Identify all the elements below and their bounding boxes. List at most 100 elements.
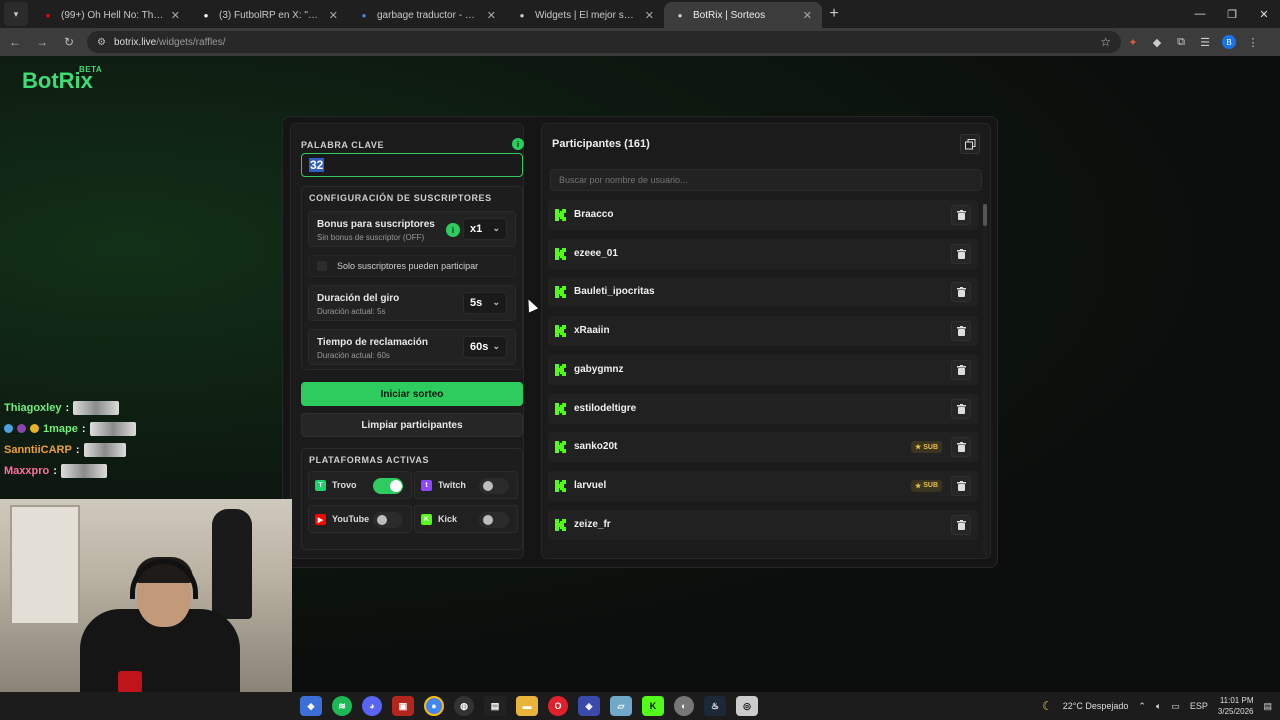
opera-icon[interactable]: O xyxy=(548,696,568,716)
media-icon[interactable]: ☰ xyxy=(1193,30,1217,54)
chat-emote xyxy=(73,400,120,415)
network-icon[interactable]: ▭ xyxy=(1171,701,1180,712)
chrome-icon[interactable]: ● xyxy=(424,696,444,716)
only-subs-checkbox[interactable] xyxy=(317,261,327,271)
tray-chevron-icon[interactable]: ⌃ xyxy=(1138,701,1146,712)
browser-menu-icon[interactable]: ⋮ xyxy=(1241,30,1265,54)
keyword-input[interactable]: 32 xyxy=(301,153,523,177)
clock-time: 11:01 PM xyxy=(1219,696,1254,705)
botrix-icon: ● xyxy=(519,10,525,20)
restore-button[interactable]: ❐ xyxy=(1216,0,1248,28)
extension-icon[interactable]: ✦ xyxy=(1121,30,1145,54)
notepad-icon[interactable]: ▱ xyxy=(610,696,632,716)
discord-icon[interactable]: ◕ xyxy=(362,696,382,716)
extension-icon[interactable]: ◆ xyxy=(1145,30,1169,54)
raffle-card: PALABRA CLAVE i 32 CONFIGURACIÓN DE SUSC… xyxy=(282,116,998,568)
clear-participants-button[interactable]: Limpiar participantes xyxy=(301,413,523,437)
info-icon[interactable]: i xyxy=(512,138,524,150)
site-info-icon[interactable]: ⚙ xyxy=(97,37,106,48)
bookmark-star-icon[interactable]: ☆ xyxy=(1100,35,1111,49)
delete-participant-button[interactable] xyxy=(951,282,971,303)
delete-participant-button[interactable] xyxy=(951,205,971,225)
sub-bonus-select[interactable]: x1 ⌄ xyxy=(463,218,507,240)
toggle-knob xyxy=(377,515,387,525)
close-tab-icon[interactable]: ✕ xyxy=(329,9,338,22)
extensions-puzzle-icon[interactable]: ⧉ xyxy=(1169,30,1193,54)
close-tab-icon[interactable]: ✕ xyxy=(645,9,654,22)
video-editor-icon[interactable]: ▣ xyxy=(392,696,414,716)
notifications-icon[interactable]: ▤ xyxy=(1263,701,1272,712)
browser-tab[interactable]: ● Widgets | El mejor software par ✕ xyxy=(506,2,664,28)
only-subs-row[interactable]: Solo suscriptores pueden participar xyxy=(308,255,516,277)
delete-participant-button[interactable] xyxy=(951,475,971,496)
browser-tab[interactable]: ● (3) FutbolRP en X: "@bautiagnc ✕ xyxy=(190,2,348,28)
app-icon[interactable]: ◐ xyxy=(674,696,694,716)
start-raffle-button[interactable]: Iniciar sorteo xyxy=(301,382,523,406)
profile-avatar[interactable]: B xyxy=(1217,30,1241,54)
spin-duration-row: Duración del giro Duración actual: 5s 5s… xyxy=(308,285,516,321)
participant-row: Bauleti_ipocritas xyxy=(548,277,978,308)
info-icon[interactable]: i xyxy=(446,223,460,237)
participant-row: larvuel ★ SUB xyxy=(548,470,978,501)
language-indicator[interactable]: ESP xyxy=(1190,701,1208,711)
browser-tab[interactable]: ● BotRix | Sorteos ✕ xyxy=(664,2,822,28)
delete-participant-button[interactable] xyxy=(951,514,971,535)
trash-icon xyxy=(956,442,966,453)
clock[interactable]: 11:01 PM 3/25/2026 xyxy=(1218,695,1254,717)
delete-participant-button[interactable] xyxy=(951,398,971,419)
stream-chat-overlay: Thiagoxley:1mape: SanntiiCARP: Maxxpro: xyxy=(4,397,136,481)
forward-button[interactable]: → xyxy=(30,30,54,54)
app-icon[interactable]: ◎ xyxy=(736,696,758,716)
sub-badge: ★ SUB xyxy=(910,441,942,454)
delete-participant-button[interactable] xyxy=(951,437,971,458)
participant-search-input[interactable] xyxy=(550,169,982,191)
platform-toggle[interactable] xyxy=(373,512,403,528)
only-subs-label: Solo suscriptores pueden participar xyxy=(337,261,479,271)
platform-toggle[interactable] xyxy=(479,512,509,528)
claim-time-select[interactable]: 60s ⌄ xyxy=(463,336,507,358)
app-icon[interactable]: ◈ xyxy=(578,696,600,716)
platform-toggle[interactable] xyxy=(479,478,509,494)
system-tray: ☾ 22°C Despejado ⌃ 🔈︎ ▭ ESP 11:01 PM 3/2… xyxy=(1042,692,1272,720)
copy-button[interactable] xyxy=(960,134,980,154)
back-button[interactable]: ← xyxy=(3,30,27,54)
chat-separator: : xyxy=(75,443,80,456)
participant-list-scrollbar[interactable] xyxy=(983,204,987,556)
participant-row: estilodeltigre xyxy=(548,393,978,424)
spin-duration-select[interactable]: 5s ⌄ xyxy=(463,292,507,314)
browser-tab[interactable]: ● (99+) Oh Hell No: The Ultimate ✕ xyxy=(32,2,190,28)
close-tab-icon[interactable]: ✕ xyxy=(171,9,180,22)
delete-participant-button[interactable] xyxy=(951,359,971,380)
weather-text[interactable]: 22°C Despejado xyxy=(1063,701,1129,711)
close-tab-icon[interactable]: ✕ xyxy=(803,9,812,22)
delete-participant-button[interactable] xyxy=(951,321,971,342)
copilot-icon[interactable]: ◆ xyxy=(300,696,322,716)
kick-icon[interactable]: K xyxy=(642,696,664,716)
trash-icon xyxy=(956,287,966,298)
obs-icon[interactable]: ◍ xyxy=(454,696,474,716)
platform-name: Trovo xyxy=(332,480,357,490)
botrix-logo[interactable]: BotRix BETA xyxy=(22,65,102,94)
chevron-down-icon: ⌄ xyxy=(492,297,500,307)
browser-tab[interactable]: ● garbage traductor - Buscar con ✕ xyxy=(348,2,506,28)
platform-toggle[interactable] xyxy=(373,478,403,494)
chat-username: SanntiiCARP xyxy=(4,443,72,456)
raffle-settings-panel: PALABRA CLAVE i 32 CONFIGURACIÓN DE SUSC… xyxy=(290,123,524,559)
delete-participant-button[interactable] xyxy=(951,243,971,264)
spotify-icon[interactable]: ≋ xyxy=(332,696,352,716)
participants-panel: Participantes (161) Braacco ezeee_01 Bau… xyxy=(541,123,991,559)
scrollbar-thumb[interactable] xyxy=(983,204,987,226)
minimize-button[interactable]: — xyxy=(1184,0,1216,28)
file-explorer-icon[interactable]: ▬ xyxy=(516,696,538,716)
address-bar[interactable]: ⚙ botrix.live/widgets/raffles/ ☆ xyxy=(87,31,1121,53)
close-window-button[interactable]: ✕ xyxy=(1248,0,1280,28)
tab-search-button[interactable]: ▾ xyxy=(4,2,28,26)
capcut-icon[interactable]: ▤ xyxy=(484,696,506,716)
participant-row: zeize_fr xyxy=(548,509,978,540)
chevron-down-icon: ⌄ xyxy=(492,223,500,233)
volume-icon[interactable]: 🔈︎ xyxy=(1156,701,1161,712)
close-tab-icon[interactable]: ✕ xyxy=(487,9,496,22)
reload-button[interactable]: ↻ xyxy=(57,30,81,54)
new-tab-button[interactable]: + xyxy=(822,2,846,26)
steam-icon[interactable]: ♨ xyxy=(704,696,726,716)
